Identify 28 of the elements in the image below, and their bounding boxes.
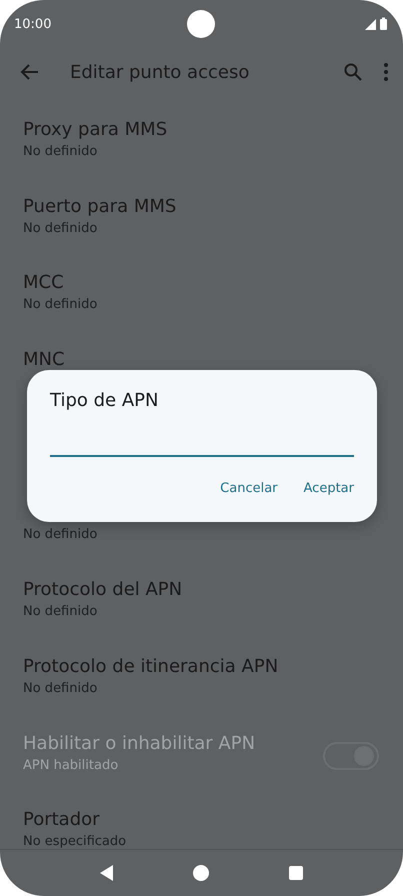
setting-value: No definido <box>23 680 98 698</box>
status-time: 10:00 <box>14 16 52 32</box>
setting-title[interactable]: Proxy para MMS <box>23 118 379 142</box>
back-arrow-icon[interactable] <box>20 62 40 82</box>
setting-value: No especificado <box>23 833 128 849</box>
setting-title[interactable]: Puerto para MMS <box>23 194 379 219</box>
setting-value: No definido <box>23 526 98 544</box>
back-nav-icon[interactable] <box>100 865 114 881</box>
dialog-button[interactable]: Aceptar <box>294 475 364 502</box>
dialog-button[interactable]: Cancelar <box>210 475 288 502</box>
recents-nav-icon[interactable] <box>289 866 304 880</box>
setting-value: No definido <box>23 143 98 161</box>
home-nav-icon[interactable] <box>193 865 210 881</box>
camera-cutout <box>187 10 215 38</box>
setting-value: No definido <box>23 296 98 314</box>
setting-title[interactable]: Protocolo de itinerancia APN <box>23 654 379 679</box>
setting-title[interactable]: MNC <box>23 348 379 372</box>
dialog-title: Tipo de APN <box>50 390 160 411</box>
signal-battery-icon <box>365 17 389 31</box>
setting-title[interactable]: Portador <box>23 808 379 832</box>
setting-value: APN habilitado <box>23 756 120 774</box>
setting-title[interactable]: Protocolo del APN <box>23 578 379 602</box>
more-vertical-icon[interactable] <box>383 62 389 82</box>
setting-value: No definido <box>23 220 98 238</box>
screen-title: Editar punto acceso <box>70 62 250 82</box>
setting-title[interactable]: MCC <box>23 271 379 296</box>
search-icon[interactable] <box>343 62 363 82</box>
setting-value: No definido <box>23 603 98 622</box>
